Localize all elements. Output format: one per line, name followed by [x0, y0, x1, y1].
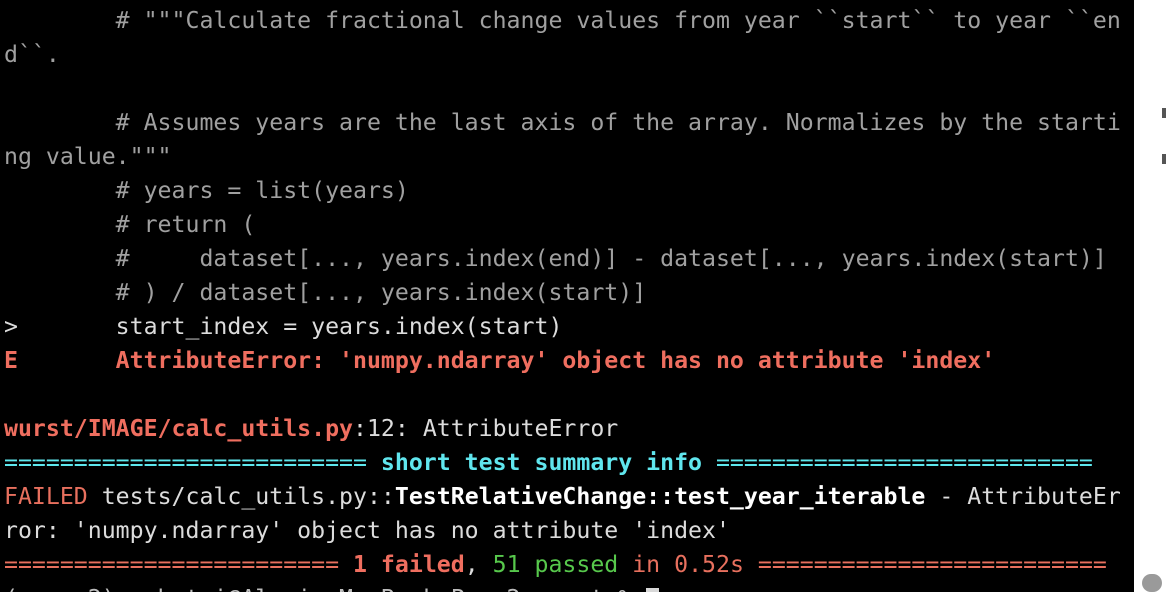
terminal-text-segment: # """Calculate fractional change values …	[4, 7, 1121, 34]
terminal-text-segment: # return (	[4, 211, 256, 238]
terminal-text-segment: TestRelativeChange::test_year_iterable	[394, 483, 926, 510]
terminal-text-segment: =========================	[743, 551, 1107, 578]
terminal-text-segment: # Assumes years are the last axis of the…	[4, 109, 1121, 136]
terminal-line: # years = list(years)	[4, 174, 409, 208]
terminal-text-segment: E AttributeError: 'numpy.ndarray' object…	[4, 347, 996, 374]
scrollbar-tick	[1162, 108, 1166, 118]
terminal-text-segment: ,	[464, 551, 493, 578]
terminal-text-segment: in 0.52s	[618, 551, 744, 578]
terminal-line: wurst/IMAGE/calc_utils.py:12: AttributeE…	[4, 412, 618, 446]
terminal-text-segment: wurst/IMAGE/calc_utils.py	[4, 415, 354, 442]
terminal-text-segment: short test summary info	[380, 449, 703, 476]
terminal-text-segment: ===========================	[702, 449, 1093, 476]
terminal-line: # return (	[4, 208, 256, 242]
terminal-text-segment: > start_index = years.index(start)	[4, 313, 563, 340]
terminal-line: ========================== short test su…	[4, 446, 1093, 480]
terminal-window[interactable]: # """Calculate fractional change values …	[0, 0, 1134, 592]
terminal-line: # """Calculate fractional change values …	[4, 4, 1121, 38]
terminal-text-segment: FAILED	[4, 483, 88, 510]
terminal-text-segment: :12: AttributeError	[353, 415, 619, 442]
terminal-line: ror: 'numpy.ndarray' object has no attri…	[4, 514, 730, 548]
terminal-line: (myenv2) achatzi@Alexis-MacBook-Pro-2 wu…	[4, 582, 660, 592]
terminal-text-segment: 1 failed	[353, 551, 465, 578]
terminal-text-segment: # dataset[..., years.index(end)] - datas…	[4, 245, 1107, 272]
terminal-text-segment: (myenv2) achatzi@Alexis-MacBook-Pro-2 wu…	[4, 585, 646, 592]
terminal-text-segment: # ) / dataset[..., years.index(start)]	[4, 279, 647, 306]
terminal-text-segment: 51 passed	[492, 551, 619, 578]
text-cursor	[646, 587, 660, 592]
terminal-line: ng value."""	[4, 140, 172, 174]
terminal-line: # Assumes years are the last axis of the…	[4, 106, 1121, 140]
terminal-text-segment: - AttributeEr	[925, 483, 1121, 510]
terminal-line: # ) / dataset[..., years.index(start)]	[4, 276, 647, 310]
terminal-text-segment: ng value."""	[4, 143, 172, 170]
vertical-scrollbar[interactable]	[1134, 0, 1168, 592]
terminal-line: # dataset[..., years.index(end)] - datas…	[4, 242, 1107, 276]
scrollbar-tick	[1162, 154, 1166, 164]
terminal-text-segment: ==========================	[4, 449, 381, 476]
terminal-text-segment: d``.	[4, 41, 60, 68]
terminal-line: > start_index = years.index(start)	[4, 310, 562, 344]
terminal-text-segment: ror: 'numpy.ndarray' object has no attri…	[4, 517, 730, 544]
scrollbar-thumb[interactable]	[1142, 574, 1162, 592]
terminal-line: d``.	[4, 38, 60, 72]
terminal-line: E AttributeError: 'numpy.ndarray' object…	[4, 344, 995, 378]
terminal-line: FAILED tests/calc_utils.py::TestRelative…	[4, 480, 1121, 514]
terminal-text-segment: # years = list(years)	[4, 177, 409, 204]
terminal-line: ======================== 1 failed, 51 pa…	[4, 548, 1107, 582]
terminal-text-segment: ========================	[4, 551, 354, 578]
terminal-text-segment: tests/calc_utils.py::	[87, 483, 395, 510]
